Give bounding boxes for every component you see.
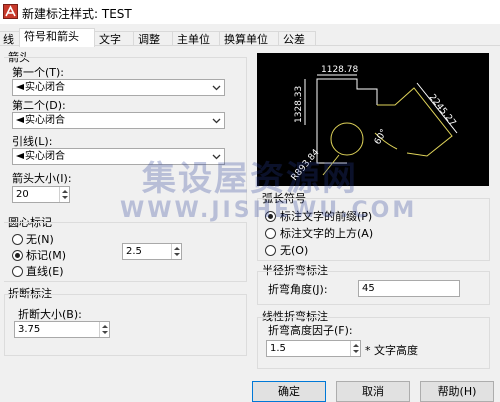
tab-symbols-arrows[interactable]: 符号和箭头 [19, 28, 95, 47]
chevron-down-icon [212, 85, 221, 91]
stepper-up-icon [102, 325, 108, 328]
tab-tolerances[interactable]: 公差 [278, 31, 316, 46]
second-arrow-value: 实心闭合 [25, 115, 65, 126]
arc-prefix-label: 标注文字的前缀(P) [280, 210, 373, 223]
tab-primary-units[interactable]: 主单位 [172, 31, 220, 46]
first-arrow-label: 第一个(T): [12, 66, 65, 79]
stepper-buttons[interactable] [99, 322, 109, 337]
chevron-down-icon [212, 118, 221, 124]
stepper-down-icon [62, 196, 68, 199]
stepper-up-icon [174, 247, 180, 250]
leader-arrow-select[interactable]: 实心闭合 [12, 148, 225, 165]
tab-text[interactable]: 文字 [94, 31, 134, 46]
tab-lines[interactable]: 线 [0, 31, 20, 46]
center-mark-line-radio[interactable] [12, 266, 23, 277]
center-mark-mark-radio[interactable] [12, 250, 23, 261]
stepper-buttons[interactable] [59, 187, 69, 202]
tab-alternate-units[interactable]: 换算单位 [219, 31, 279, 46]
stepper-down-icon [174, 253, 180, 256]
tab-fit[interactable]: 调整 [133, 31, 173, 46]
jog-height-factor-value: 1.5 [270, 343, 286, 354]
first-arrow-select[interactable]: 实心闭合 [12, 79, 225, 96]
arc-above-label: 标注文字的上方(A) [280, 227, 374, 240]
closed-filled-arrow-icon [16, 117, 24, 123]
ok-button[interactable]: 确定 [252, 381, 326, 402]
second-arrow-select[interactable]: 实心闭合 [12, 112, 225, 129]
cancel-button[interactable]: 取消 [336, 381, 410, 402]
tab-strip: 线 符号和箭头 文字 调整 主单位 换算单位 公差 [0, 26, 500, 47]
closed-filled-arrow-icon [16, 84, 24, 90]
jog-height-factor-suffix: * 文字高度 [365, 344, 418, 357]
leader-arrow-label: 引线(L): [12, 135, 53, 148]
help-button[interactable]: 帮助(H) [420, 381, 494, 402]
stepper-buttons[interactable] [350, 341, 360, 356]
center-mark-none-label: 无(N) [26, 233, 54, 246]
arc-prefix-radio[interactable] [265, 211, 276, 222]
center-mark-none-radio[interactable] [12, 234, 23, 245]
center-mark-size-stepper[interactable]: 2.5 [122, 243, 182, 260]
dimension-preview: 1128.78 1328.33 2245.27 60° R893.84 [257, 53, 489, 186]
jog-angle-label: 折弯角度(J): [268, 283, 328, 296]
jog-angle-input[interactable]: 45 [358, 280, 460, 297]
stepper-down-icon [353, 350, 359, 353]
stepper-buttons[interactable] [171, 244, 181, 259]
second-arrow-label: 第二个(D): [12, 99, 66, 112]
leader-arrow-value: 实心闭合 [25, 151, 65, 162]
arc-above-radio[interactable] [265, 228, 276, 239]
center-mark-mark-label: 标记(M) [26, 249, 67, 262]
preview-dim-left: 1328.33 [294, 86, 304, 123]
break-size-value: 3.75 [18, 324, 41, 335]
stepper-down-icon [102, 331, 108, 334]
title-bar: 新建标注样式: TEST [0, 0, 500, 24]
closed-filled-arrow-icon [16, 153, 24, 159]
stepper-up-icon [353, 344, 359, 347]
arrow-size-label: 箭头大小(I): [12, 172, 72, 185]
jog-height-factor-label: 折弯高度因子(F): [268, 324, 353, 337]
autocad-app-icon [3, 4, 18, 19]
first-arrow-value: 实心闭合 [25, 82, 65, 93]
arc-none-label: 无(O) [280, 244, 309, 257]
break-size-stepper[interactable]: 3.75 [14, 321, 110, 338]
arrow-size-value: 20 [16, 189, 29, 200]
chevron-down-icon [212, 154, 221, 160]
center-mark-line-label: 直线(E) [26, 265, 64, 278]
arc-none-radio[interactable] [265, 245, 276, 256]
window-title: 新建标注样式: TEST [22, 7, 132, 21]
stepper-up-icon [62, 190, 68, 193]
jog-height-factor-stepper[interactable]: 1.5 [266, 340, 361, 357]
preview-dim-top: 1128.78 [321, 65, 358, 75]
preview-dim-radius: R893.84 [290, 147, 322, 183]
center-mark-size-value: 2.5 [126, 246, 142, 257]
arrow-size-stepper[interactable]: 20 [12, 186, 70, 203]
break-size-label: 折断大小(B): [18, 308, 82, 321]
